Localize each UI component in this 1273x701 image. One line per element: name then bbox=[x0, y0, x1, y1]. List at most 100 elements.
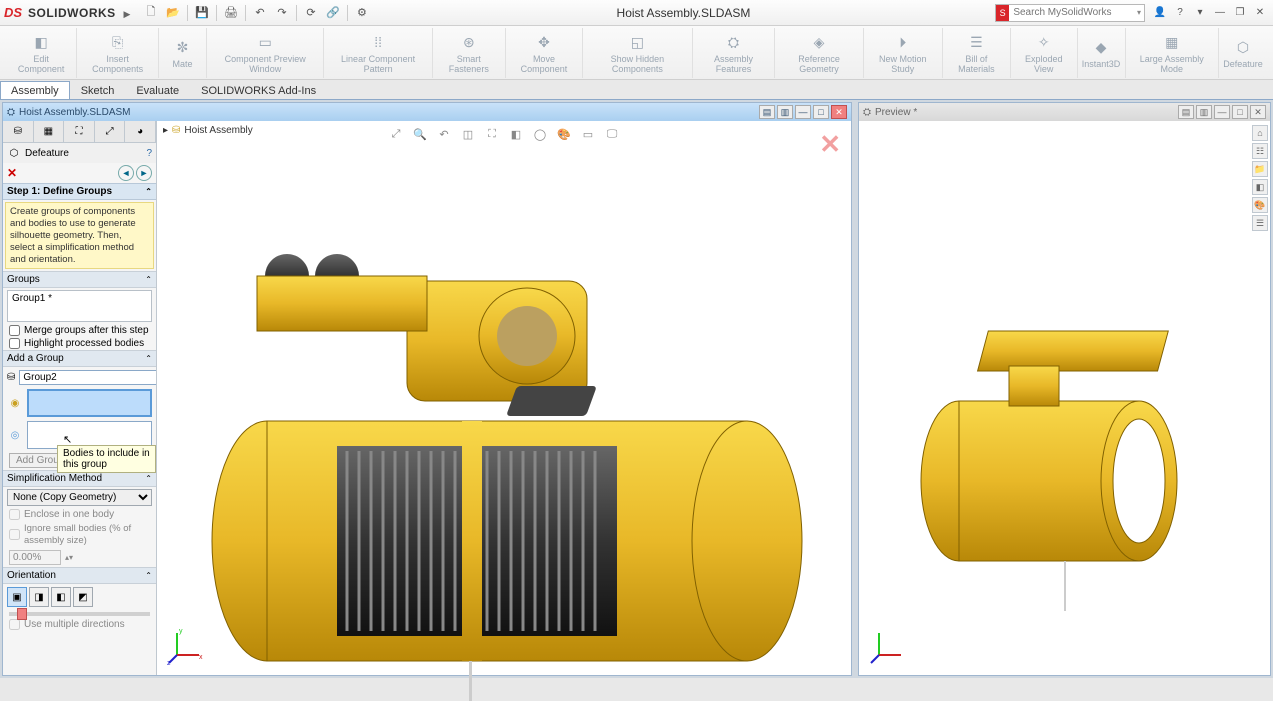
tab-sketch[interactable]: Sketch bbox=[70, 81, 126, 99]
app-menu-caret-icon[interactable]: ▶ bbox=[124, 9, 131, 19]
prev-view-icon[interactable]: ↶ bbox=[435, 125, 453, 143]
orientation-header[interactable]: Orientation ⌃ bbox=[3, 567, 156, 584]
ribbon-linear-pattern[interactable]: ⁞⁞Linear Component Pattern bbox=[324, 28, 432, 78]
ribbon-reference-geometry[interactable]: ◈Reference Geometry bbox=[775, 28, 863, 78]
fm-tab-display-icon[interactable]: ◕ bbox=[125, 121, 156, 142]
hide-show-icon[interactable]: ◯ bbox=[531, 125, 549, 143]
fm-tab-tree-icon[interactable]: ⛁ bbox=[3, 121, 34, 142]
orient-iso-button[interactable]: ◩ bbox=[73, 587, 93, 607]
tab-evaluate[interactable]: Evaluate bbox=[125, 81, 190, 99]
groups-header[interactable]: Groups ⌃ bbox=[3, 271, 156, 288]
ribbon-defeature[interactable]: ⬡Defeature bbox=[1219, 28, 1267, 78]
qat-rebuild-icon[interactable]: ⟳ bbox=[301, 3, 321, 23]
ribbon-insert-components[interactable]: ⎘Insert Components bbox=[77, 28, 159, 78]
qat-options-icon[interactable]: ⚙ bbox=[352, 3, 372, 23]
groups-list[interactable]: Group1 * bbox=[7, 290, 152, 322]
zoom-fit-icon[interactable]: ⤢ bbox=[387, 125, 405, 143]
appearance-icon[interactable]: 🎨 bbox=[555, 125, 573, 143]
minimize-button[interactable]: — bbox=[1211, 5, 1229, 21]
fm-tab-property-icon[interactable]: ▦ bbox=[34, 121, 65, 142]
doc-tile-v-button[interactable]: ▥ bbox=[1196, 105, 1212, 119]
qat-new-icon[interactable]: 🗋 bbox=[141, 3, 161, 23]
restore-button[interactable]: ❐ bbox=[1231, 5, 1249, 21]
orientation-slider[interactable] bbox=[3, 610, 156, 618]
prev-step-button[interactable]: ◄ bbox=[118, 165, 134, 181]
enclose-checkbox[interactable]: Enclose in one body bbox=[3, 508, 156, 521]
doc-tile-v-button[interactable]: ▥ bbox=[777, 105, 793, 119]
scene-icon[interactable]: ▭ bbox=[579, 125, 597, 143]
highlight-bodies-checkbox[interactable]: Highlight processed bodies bbox=[3, 337, 156, 350]
group-name-input[interactable] bbox=[19, 370, 157, 385]
qat-save-icon[interactable]: 💾 bbox=[192, 3, 212, 23]
breadcrumb-root[interactable]: Hoist Assembly bbox=[184, 125, 252, 136]
cancel-button[interactable]: ✕ bbox=[7, 166, 17, 180]
add-group-header[interactable]: Add a Group ⌃ bbox=[3, 350, 156, 367]
taskpane-explorer-icon[interactable]: 📁 bbox=[1252, 161, 1268, 177]
close-button[interactable]: ✕ bbox=[1251, 5, 1269, 21]
doc-max-button[interactable]: □ bbox=[1232, 105, 1248, 119]
user-icon[interactable]: 👤 bbox=[1151, 5, 1169, 21]
fm-tab-dim-icon[interactable]: ⤢ bbox=[95, 121, 126, 142]
zoom-area-icon[interactable]: 🔍 bbox=[411, 125, 429, 143]
taskpane-prop-icon[interactable]: ☰ bbox=[1252, 215, 1268, 231]
ribbon-show-hidden[interactable]: ◱Show Hidden Components bbox=[583, 28, 693, 78]
ribbon-move-component[interactable]: ✥Move Component bbox=[506, 28, 583, 78]
tab-addins[interactable]: SOLIDWORKS Add-Ins bbox=[190, 81, 327, 99]
qat-link-icon[interactable]: 🔗 bbox=[323, 3, 343, 23]
bodies-include-selection[interactable] bbox=[27, 389, 152, 417]
doc-close-button[interactable]: ✕ bbox=[1250, 105, 1266, 119]
help-icon[interactable]: ? bbox=[1171, 5, 1189, 21]
ribbon-instant3d[interactable]: ◆Instant3D bbox=[1078, 28, 1126, 78]
ribbon-smart-fasteners[interactable]: ⊛Smart Fasteners bbox=[433, 28, 506, 78]
merge-groups-checkbox[interactable]: Merge groups after this step bbox=[3, 324, 156, 337]
display-style-icon[interactable]: ◧ bbox=[507, 125, 525, 143]
step-header[interactable]: Step 1: Define Groups ⌃ bbox=[3, 183, 156, 200]
ribbon-mate[interactable]: ✼Mate bbox=[159, 28, 207, 78]
doc-close-button[interactable]: ✕ bbox=[831, 105, 847, 119]
taskpane-view-icon[interactable]: ◧ bbox=[1252, 179, 1268, 195]
ribbon-motion-study[interactable]: ⏵New Motion Study bbox=[864, 28, 943, 78]
qat-print-icon[interactable]: 🖨 bbox=[221, 3, 241, 23]
doc-max-button[interactable]: □ bbox=[813, 105, 829, 119]
pm-help-icon[interactable]: ? bbox=[146, 148, 152, 159]
qat-redo-icon[interactable]: ↷ bbox=[272, 3, 292, 23]
spinner-icon[interactable]: ▴▾ bbox=[65, 553, 73, 562]
doc-min-button[interactable]: — bbox=[1214, 105, 1230, 119]
ignore-small-checkbox[interactable]: Ignore small bodies (% of assembly size) bbox=[9, 523, 150, 546]
qat-undo-icon[interactable]: ↶ bbox=[250, 3, 270, 23]
ribbon-exploded-view[interactable]: ✧Exploded View bbox=[1011, 28, 1078, 78]
search-dropdown-icon[interactable]: ▾ bbox=[1134, 8, 1144, 17]
taskpane-appearance-icon[interactable]: 🎨 bbox=[1252, 197, 1268, 213]
view-orient-icon[interactable]: ⛶ bbox=[483, 125, 501, 143]
search-input[interactable] bbox=[1009, 7, 1134, 18]
ignore-percent-input[interactable] bbox=[9, 550, 61, 565]
group-item[interactable]: Group1 * bbox=[12, 293, 147, 304]
simplification-select[interactable]: None (Copy Geometry) bbox=[7, 489, 152, 506]
view-settings-icon[interactable]: 🖵 bbox=[603, 125, 621, 143]
ribbon-bom[interactable]: ☰Bill of Materials bbox=[943, 28, 1011, 78]
ribbon-large-assembly[interactable]: ▦Large Assembly Mode bbox=[1126, 28, 1219, 78]
orient-right-button[interactable]: ◧ bbox=[51, 587, 71, 607]
ribbon-component-preview[interactable]: ▭Component Preview Window bbox=[207, 28, 324, 78]
ribbon-edit-component[interactable]: ◧Edit Component bbox=[6, 28, 77, 78]
orient-front-button[interactable]: ▣ bbox=[7, 587, 27, 607]
fm-tab-config-icon[interactable]: ⛶ bbox=[64, 121, 95, 142]
orient-top-button[interactable]: ◨ bbox=[29, 587, 49, 607]
search-box[interactable]: S ▾ bbox=[995, 4, 1145, 22]
graphics-area-preview[interactable]: ⌂ ☷ 📁 ◧ 🎨 ☰ bbox=[859, 121, 1270, 675]
tab-assembly[interactable]: Assembly bbox=[0, 81, 70, 99]
help-dropdown-icon[interactable]: ▾ bbox=[1191, 5, 1209, 21]
section-view-icon[interactable]: ◫ bbox=[459, 125, 477, 143]
qat-open-icon[interactable]: 📂 bbox=[163, 3, 183, 23]
ribbon-assembly-features[interactable]: ⛭Assembly Features bbox=[693, 28, 776, 78]
close-preview-icon[interactable]: ✕ bbox=[819, 129, 841, 160]
taskpane-lib-icon[interactable]: ☷ bbox=[1252, 143, 1268, 159]
breadcrumb[interactable]: ▸ ⛁ Hoist Assembly bbox=[163, 125, 253, 136]
breadcrumb-expand-icon[interactable]: ▸ bbox=[163, 125, 168, 136]
taskpane-res-icon[interactable]: ⌂ bbox=[1252, 125, 1268, 141]
doc-tile-h-button[interactable]: ▤ bbox=[759, 105, 775, 119]
doc-tile-h-button[interactable]: ▤ bbox=[1178, 105, 1194, 119]
doc-min-button[interactable]: — bbox=[795, 105, 811, 119]
next-step-button[interactable]: ► bbox=[136, 165, 152, 181]
graphics-area-main[interactable]: ▸ ⛁ Hoist Assembly ⤢ 🔍 ↶ ◫ ⛶ ◧ ◯ 🎨 ▭ 🖵 ✕ bbox=[157, 121, 851, 675]
